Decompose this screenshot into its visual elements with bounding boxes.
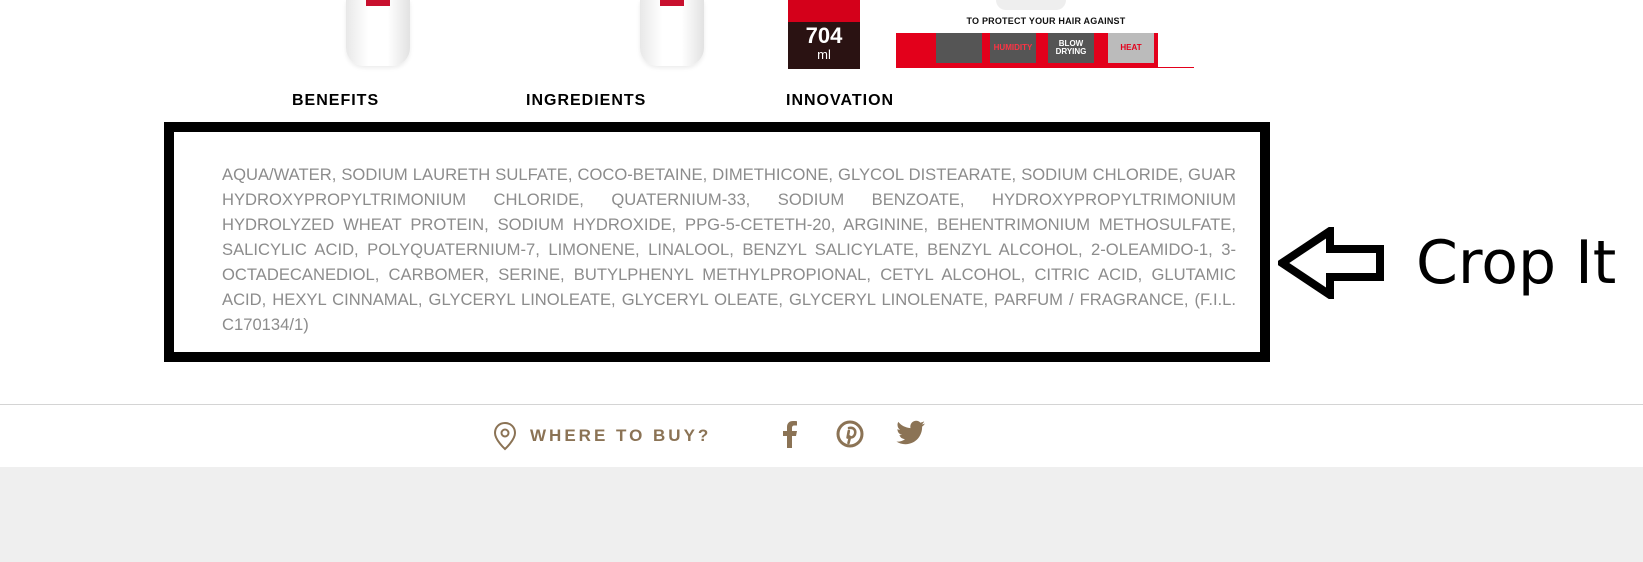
ingredients-highlight-box: AQUA/WATER, SODIUM LAURETH SULFATE, COCO… (164, 122, 1270, 362)
product-image-benefits (346, 0, 410, 66)
where-to-buy-link[interactable]: WHERE TO BUY? (492, 421, 711, 451)
protect-tile-blow-drying: BLOW DRYING (1048, 33, 1094, 63)
facebook-icon[interactable] (780, 420, 800, 448)
arrow-left-icon (1278, 227, 1384, 299)
pinterest-icon[interactable] (836, 420, 864, 448)
protect-tile-heat: HEAT (1108, 33, 1154, 63)
footer-bar (0, 405, 1643, 467)
page-bottom-area (0, 467, 1643, 562)
ingredients-list: AQUA/WATER, SODIUM LAURETH SULFATE, COCO… (222, 165, 1236, 334)
volume-badge: 704 ml (788, 0, 860, 69)
crop-annotation-label: Crop It (1416, 228, 1617, 298)
tab-ingredients[interactable]: INGREDIENTS (526, 92, 646, 110)
where-to-buy-label: WHERE TO BUY? (530, 426, 712, 445)
protection-banner: TO PROTECT YOUR HAIR AGAINST HUMIDITY BL… (896, 0, 1194, 69)
product-image-ingredients (640, 0, 704, 66)
tab-innovation[interactable]: INNOVATION (786, 92, 894, 110)
protect-tile-humidity: HUMIDITY (990, 33, 1036, 63)
tab-benefits[interactable]: BENEFITS (292, 92, 379, 110)
twitter-icon[interactable] (896, 420, 926, 446)
volume-unit: ml (817, 47, 831, 62)
protect-tile-1 (936, 33, 982, 63)
protect-text: TO PROTECT YOUR HAIR AGAINST (966, 16, 1126, 26)
map-pin-icon (493, 421, 517, 451)
volume-number: 704 (805, 23, 843, 48)
